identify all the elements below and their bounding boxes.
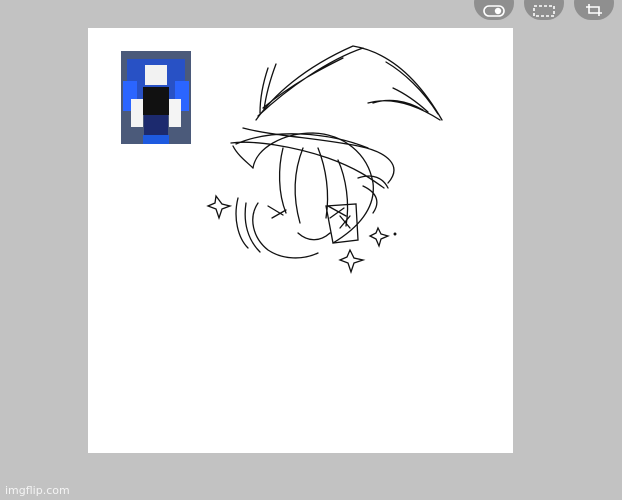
toggle-button[interactable]: [474, 0, 514, 20]
character-sketch: [206, 45, 443, 275]
crop-icon: [586, 4, 602, 16]
drawing-canvas[interactable]: [88, 28, 513, 453]
toolbar: [474, 0, 614, 20]
marquee-select-icon: [533, 5, 555, 17]
toggle-icon: [483, 5, 505, 17]
crop-button[interactable]: [574, 0, 614, 20]
marquee-select-button[interactable]: [524, 0, 564, 20]
watermark: imgflip.com: [5, 484, 70, 497]
